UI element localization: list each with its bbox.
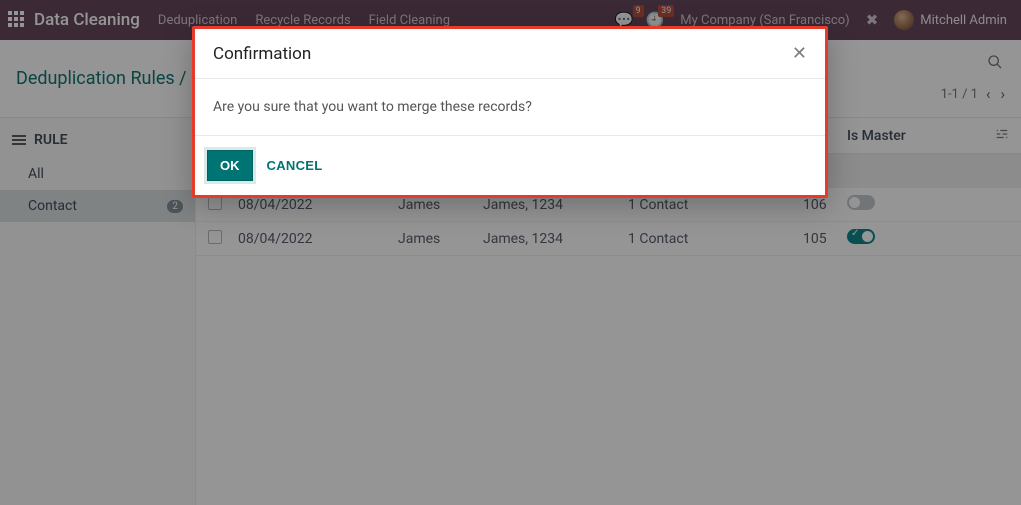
modal-message: Are you sure that you want to merge thes… bbox=[195, 79, 825, 136]
modal-title: Confirmation bbox=[213, 44, 311, 64]
confirmation-modal: Confirmation ✕ Are you sure that you wan… bbox=[192, 26, 828, 198]
cancel-button[interactable]: CANCEL bbox=[267, 158, 323, 173]
close-icon[interactable]: ✕ bbox=[792, 43, 807, 64]
ok-button[interactable]: OK bbox=[207, 150, 253, 181]
